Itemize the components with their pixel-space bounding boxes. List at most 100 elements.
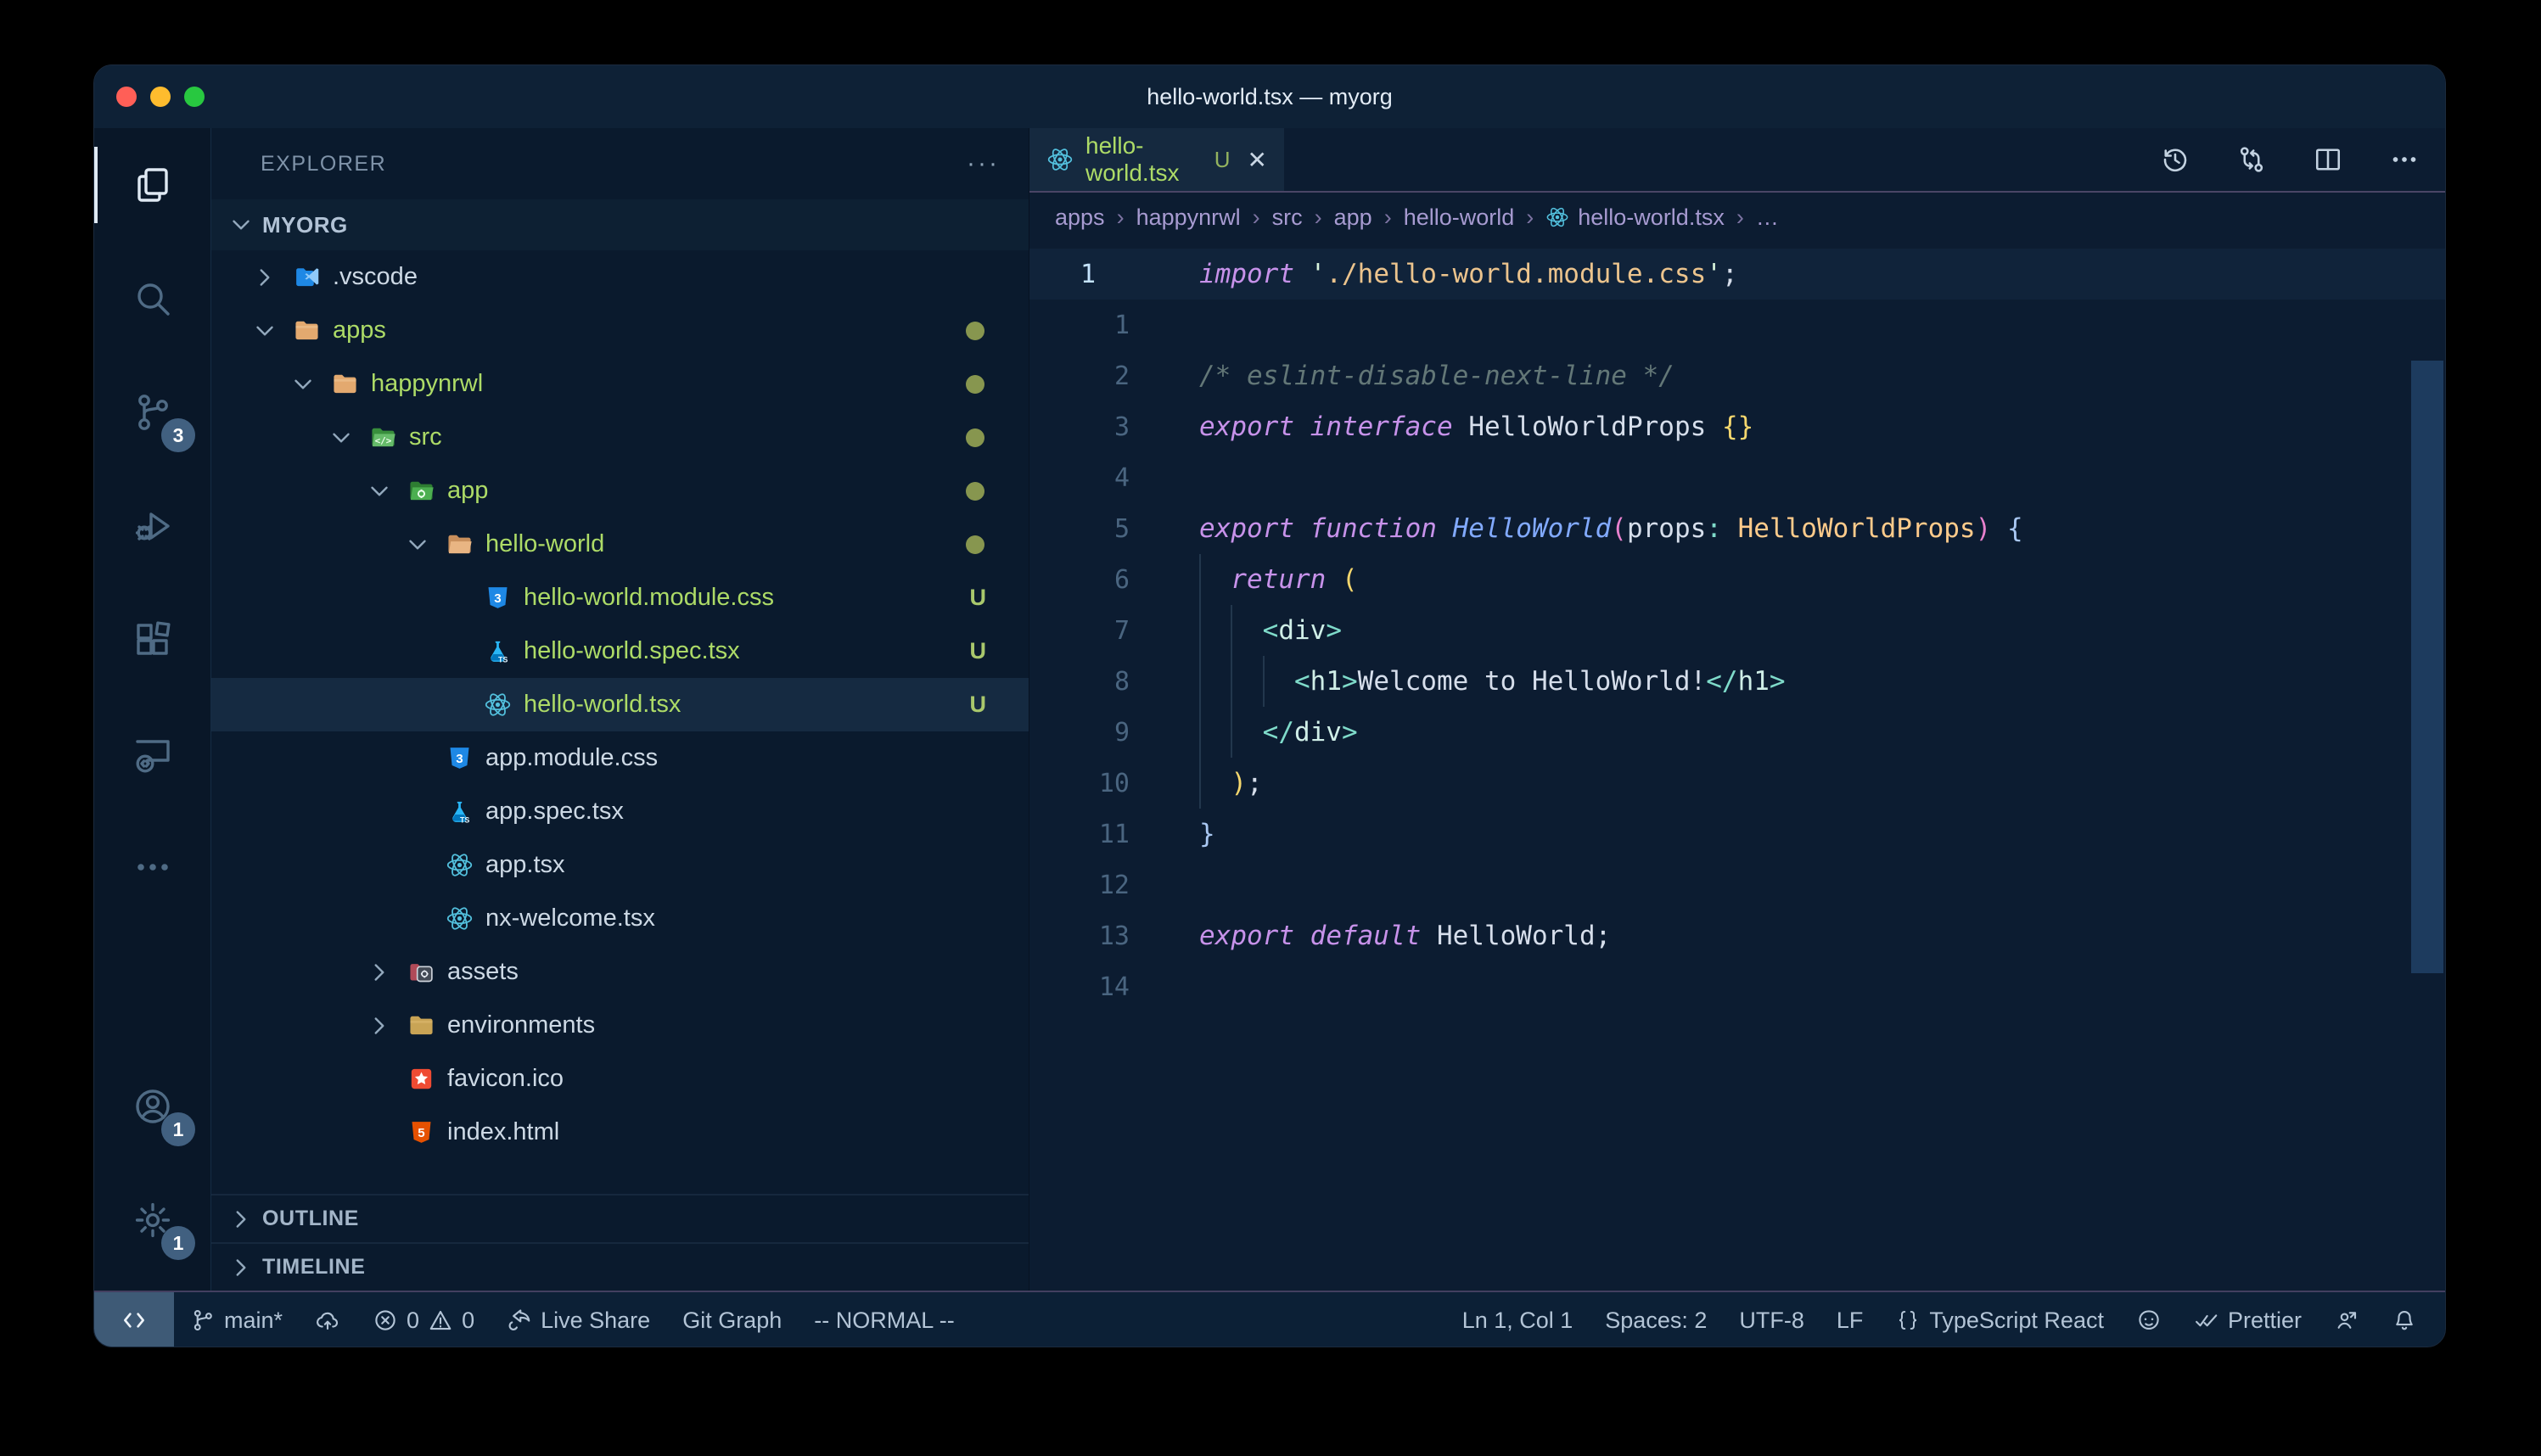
code-line[interactable]: 6 return ( [1029, 554, 2445, 605]
status-git-graph[interactable]: Git Graph [666, 1292, 798, 1347]
tree-item-hello-world-module-css[interactable]: 3hello-world.module.cssU [211, 571, 1029, 624]
breadcrumb-app[interactable]: app [1334, 204, 1372, 231]
window-title: hello-world.tsx — myorg [1147, 84, 1393, 110]
panel-timeline[interactable]: TIMELINE [211, 1242, 1029, 1291]
status-vim-mode[interactable]: -- NORMAL -- [798, 1292, 970, 1347]
tree-item--vscode[interactable]: .vscode [211, 250, 1029, 304]
breadcrumb-hello-world[interactable]: hello-world [1404, 204, 1515, 231]
breadcrumb-label: src [1272, 204, 1303, 231]
status-remote-indicator[interactable] [94, 1292, 174, 1347]
tree-item-hello-world-tsx[interactable]: hello-world.tsxU [211, 678, 1029, 731]
activity-settings[interactable]: 1 [94, 1163, 210, 1277]
chevron-down-icon [403, 530, 432, 559]
activity-explorer[interactable] [94, 128, 210, 242]
workspace-section-header[interactable]: MYORG [211, 199, 1029, 250]
breadcrumb--[interactable]: … [1756, 204, 1779, 231]
tree-item-nx-welcome-tsx[interactable]: nx-welcome.tsx [211, 892, 1029, 945]
breadcrumb-apps[interactable]: apps [1055, 204, 1105, 231]
svg-text:</>: </> [374, 435, 391, 446]
tree-item-app-spec-tsx[interactable]: TSapp.spec.tsx [211, 785, 1029, 838]
chevron-right-icon [365, 1011, 394, 1040]
close-window-button[interactable] [116, 87, 137, 107]
tree-item-environments[interactable]: environments [211, 999, 1029, 1052]
tree-item-hello-world[interactable]: hello-world [211, 518, 1029, 571]
code-line[interactable]: 7 <div> [1029, 605, 2445, 656]
code-line[interactable]: 14 [1029, 961, 2445, 1012]
tab-hello-world-tsx[interactable]: hello-world.tsx U ✕ [1029, 128, 1284, 191]
code-line[interactable]: 9 </div> [1029, 707, 2445, 758]
favicon-icon [407, 1065, 435, 1093]
activity-remote-explorer[interactable] [94, 697, 210, 810]
status-cursor-position[interactable]: Ln 1, Col 1 [1446, 1292, 1590, 1347]
tree-item-src[interactable]: </>src [211, 411, 1029, 464]
tree-item-assets[interactable]: assets [211, 945, 1029, 999]
activity-source-control[interactable]: 3 [94, 356, 210, 469]
tree-item-favicon-ico[interactable]: favicon.ico [211, 1052, 1029, 1106]
chevron-down-icon [250, 316, 279, 345]
chevron-down-icon [365, 477, 394, 506]
status-eol[interactable]: LF [1820, 1292, 1880, 1347]
zoom-window-button[interactable] [184, 87, 205, 107]
status-prettier[interactable]: Prettier [2178, 1292, 2318, 1347]
tree-item-label: app.spec.tsx [485, 798, 624, 826]
tree-item-happynrwl[interactable]: happynrwl [211, 357, 1029, 411]
code-line[interactable]: 10 ); [1029, 758, 2445, 809]
code-line[interactable]: 2/* eslint-disable-next-line */ [1029, 350, 2445, 401]
activity-more-views[interactable] [94, 810, 210, 924]
status-text: Ln 1, Col 1 [1462, 1308, 1573, 1334]
activity-accounts[interactable]: 1 [94, 1050, 210, 1163]
breadcrumb-label: … [1756, 204, 1779, 231]
status-language-mode[interactable]: TypeScript React [1879, 1292, 2120, 1347]
activity-extensions[interactable] [94, 583, 210, 697]
activity-search[interactable] [94, 242, 210, 356]
tree-item-hello-world-spec-tsx[interactable]: TShello-world.spec.tsxU [211, 624, 1029, 678]
code-line-current[interactable]: 1import './hello-world.module.css'; [1029, 249, 2445, 300]
breadcrumb-hello-world-tsx[interactable]: hello-world.tsx [1545, 204, 1725, 231]
split-editor-button[interactable] [2313, 144, 2343, 175]
tree-item-app-module-css[interactable]: 3app.module.css [211, 731, 1029, 785]
folder-tan-icon [331, 370, 359, 398]
close-tab-button[interactable]: ✕ [1248, 146, 1267, 174]
code-line[interactable]: 4 [1029, 452, 2445, 503]
open-changes-button[interactable] [2236, 144, 2267, 175]
tree-item-label: app.tsx [485, 851, 565, 879]
status-live-share[interactable]: Live Share [491, 1292, 666, 1347]
code-line[interactable]: 11} [1029, 809, 2445, 860]
tree-item-apps[interactable]: apps [211, 304, 1029, 357]
tree-item-app[interactable]: app [211, 464, 1029, 518]
code-line[interactable]: 1 [1029, 300, 2445, 350]
code-line[interactable]: 5export function HelloWorld(props: Hello… [1029, 503, 2445, 554]
tree-item-index-html[interactable]: 5index.html [211, 1106, 1029, 1159]
code-line[interactable]: 13export default HelloWorld; [1029, 910, 2445, 961]
status-feedback[interactable] [2120, 1292, 2178, 1347]
open-timeline-button[interactable] [2160, 144, 2190, 175]
breadcrumb-separator: › [1253, 204, 1260, 231]
code-line[interactable]: 3export interface HelloWorldProps {} [1029, 401, 2445, 452]
status-notifications[interactable] [2376, 1292, 2433, 1347]
code-line[interactable]: 8 <h1>Welcome to HelloWorld!</h1> [1029, 656, 2445, 707]
activity-run-debug[interactable] [94, 469, 210, 583]
status-encoding[interactable]: UTF-8 [1723, 1292, 1820, 1347]
code-editor[interactable]: 1import './hello-world.module.css';12/* … [1029, 242, 2445, 1291]
code-line[interactable]: 12 [1029, 860, 2445, 910]
tree-item-label: apps [333, 316, 386, 344]
breadcrumb-happynrwl[interactable]: happynrwl [1136, 204, 1241, 231]
views-and-more-actions-button[interactable]: ··· [967, 149, 1000, 178]
more-actions-button[interactable] [2389, 144, 2420, 175]
minimize-window-button[interactable] [150, 87, 171, 107]
panel-outline[interactable]: OUTLINE [211, 1194, 1029, 1242]
explorer-sidebar: EXPLORER ··· MYORG .vscodeappshappynrwl<… [211, 128, 1029, 1291]
status-settings-sync[interactable] [299, 1292, 356, 1347]
status-text: TypeScript React [1929, 1308, 2104, 1334]
git-modified-dot [966, 375, 984, 394]
tree-item-app-tsx[interactable]: app.tsx [211, 838, 1029, 892]
workspace-name: MYORG [262, 212, 348, 238]
status-problems[interactable]: 00 [356, 1292, 491, 1347]
status-indentation[interactable]: Spaces: 2 [1589, 1292, 1723, 1347]
breadcrumb-src[interactable]: src [1272, 204, 1303, 231]
status-session[interactable] [2318, 1292, 2376, 1347]
status-git-branch[interactable]: main* [174, 1292, 299, 1347]
line-number: 12 [1029, 871, 1130, 900]
vscode-folder-icon [293, 263, 321, 291]
title-bar[interactable]: hello-world.tsx — myorg [94, 65, 2445, 128]
